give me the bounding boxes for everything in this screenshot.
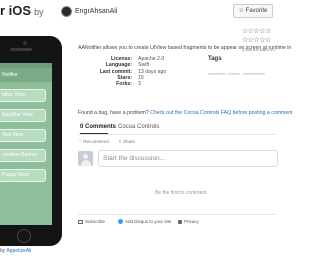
- share-button[interactable]: ⇪ Share: [118, 139, 135, 145]
- subscribe-link[interactable]: Subscribe: [78, 219, 105, 224]
- stars-value: 15: [138, 74, 144, 81]
- tag-list: dialogxibanimatio: [208, 65, 288, 75]
- phone-nav-title: Notifier: [0, 68, 52, 82]
- by-label: by: [34, 7, 44, 17]
- info-key: Forks:: [116, 81, 132, 88]
- tab-comments[interactable]: 0 Comments: [80, 124, 116, 130]
- phone-home-button: [17, 229, 31, 243]
- mail-icon: [78, 219, 83, 224]
- page-title: r iOS by: [0, 3, 44, 18]
- recommend-button[interactable]: ♡ Recommend: [78, 139, 109, 145]
- tags-heading: Tags: [208, 56, 222, 62]
- phone-speaker: [10, 48, 32, 51]
- demo-button-creation-banner[interactable]: creation Banner: [0, 149, 46, 162]
- info-key: Last commit:: [99, 68, 132, 75]
- preview-credit: by AppetizeAli: [0, 248, 32, 254]
- tabs-divider: [78, 134, 276, 135]
- demo-button-tool-view[interactable]: Tool View: [0, 129, 46, 142]
- add-disqus-link[interactable]: Add Disqus to your site: [118, 219, 171, 225]
- avatar-body: [80, 160, 91, 166]
- disqus-icon: [118, 219, 123, 225]
- faq-link[interactable]: Check out the Cocoa Controls FAQ before …: [150, 110, 292, 116]
- license-value[interactable]: Apache 2.0: [138, 56, 164, 62]
- demo-button-popup-view[interactable]: Popup View: [0, 169, 46, 182]
- last-commit-value: 13 days ago: [138, 68, 167, 75]
- rating-stars-secondary[interactable]: ☆☆☆☆☆: [242, 36, 271, 44]
- info-key: License:: [110, 56, 132, 62]
- comment-input[interactable]: Start the discussion...: [98, 150, 278, 167]
- demo-button-backbar-view[interactable]: BackBar View: [0, 109, 46, 122]
- rating-stars[interactable]: ☆☆☆☆☆: [242, 27, 271, 35]
- control-description: AANotifier allows you to create UIView b…: [78, 45, 292, 51]
- tab-cocoa-controls[interactable]: Cocoa Controls: [118, 124, 159, 130]
- bug-report-line: Found a bug, have a problem? Check out t…: [78, 110, 293, 116]
- lock-icon: [178, 219, 182, 224]
- footer-divider: [78, 214, 276, 215]
- avatar-head: [83, 154, 88, 159]
- favorite-button[interactable]: ☆ Favorite: [233, 4, 273, 18]
- language-value: Swift: [138, 62, 150, 69]
- empty-comments-message: Be the first to comment.: [155, 190, 208, 196]
- tag-dialog[interactable]: dialog: [208, 73, 227, 75]
- author-link[interactable]: EngrAhsanAli: [75, 8, 117, 15]
- info-key: Stars:: [117, 74, 132, 81]
- info-key: Language:: [105, 62, 132, 69]
- forks-value: 3: [138, 81, 141, 88]
- phone-camera: [23, 41, 27, 45]
- tag-xib[interactable]: xib: [228, 73, 240, 75]
- user-avatar: [78, 151, 93, 166]
- author-avatar[interactable]: [61, 6, 72, 17]
- tag-animation[interactable]: animatio: [241, 73, 265, 75]
- phone-preview: Notifier tatus View BackBar View Tool Vi…: [0, 36, 62, 246]
- demo-button-status-view[interactable]: tatus View: [0, 89, 46, 102]
- privacy-link[interactable]: Privacy: [178, 219, 199, 224]
- phone-screen: Notifier tatus View BackBar View Tool Vi…: [0, 63, 52, 225]
- preview-credit-link[interactable]: AppetizeAli: [6, 248, 31, 254]
